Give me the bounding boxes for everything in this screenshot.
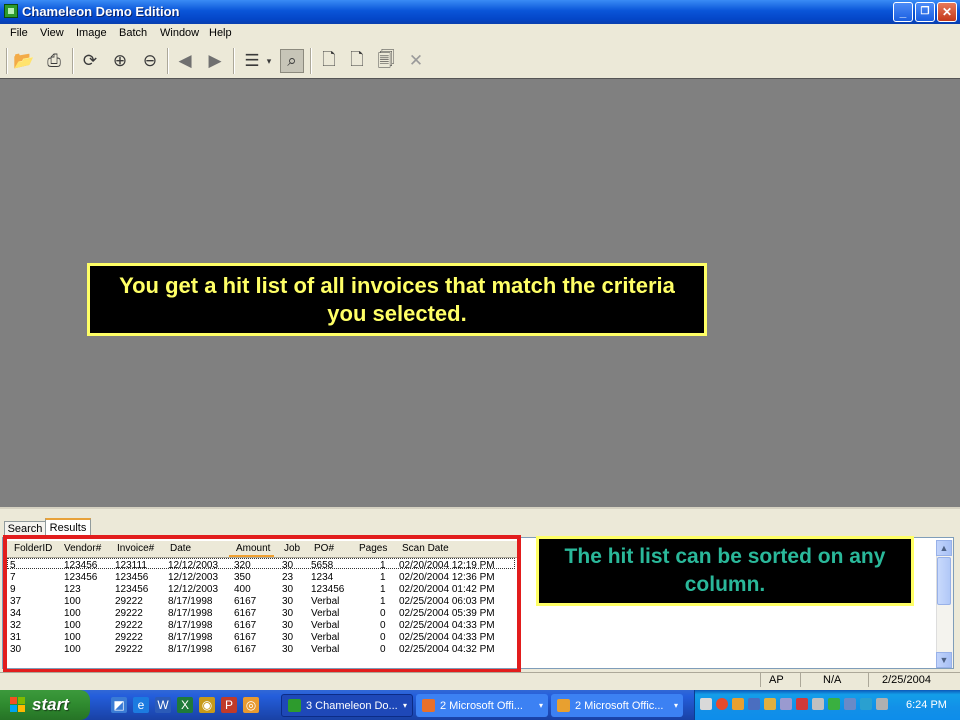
toolbar-grip (6, 48, 8, 74)
tray-pen-icon[interactable] (700, 698, 712, 710)
taskbar-clock: 6:24 PM (906, 699, 947, 711)
delete-x-icon[interactable]: ✕ (404, 49, 428, 73)
rotate-icon[interactable]: ⟳ (78, 49, 102, 73)
open-folder-icon[interactable]: 📂 (12, 49, 36, 73)
menu-view[interactable]: View (40, 27, 64, 39)
dropdown-arrow-icon[interactable]: ▾ (264, 49, 274, 73)
task-label: 3 Chameleon Do... (306, 699, 398, 712)
new-page-icon[interactable]: 🗋 (317, 49, 341, 73)
tray-back-icon[interactable] (716, 698, 728, 710)
binoculars-search-icon[interactable]: ⌕ (280, 49, 304, 73)
task-dropdown-icon: ▾ (538, 701, 543, 710)
start-label: start (32, 695, 69, 714)
insert-page-icon[interactable]: 🗋 (345, 49, 369, 73)
quicklaunch-excel-icon[interactable]: X (177, 697, 193, 713)
hit-list-highlight-box (3, 535, 521, 673)
tray-volume-icon[interactable] (876, 698, 888, 710)
status-field: N/A (823, 674, 842, 686)
status-bar (0, 672, 960, 689)
minimize-button[interactable]: _ (893, 2, 913, 22)
print-icon[interactable]: ⎙ (42, 49, 66, 73)
tray-alert-icon[interactable] (796, 698, 808, 710)
menu-batch[interactable]: Batch (119, 27, 147, 39)
menu-window[interactable]: Window (160, 27, 199, 39)
start-button[interactable]: start (0, 690, 90, 720)
close-button[interactable]: ✕ (937, 2, 957, 22)
sort-callout: The hit list can be sorted on any column… (536, 536, 914, 606)
task-dropdown-icon: ▾ (673, 701, 678, 710)
tray-signal-icon[interactable] (828, 698, 840, 710)
tray-printer-icon[interactable] (812, 698, 824, 710)
maximize-button[interactable]: ❐ (915, 2, 935, 22)
tray-folder-icon[interactable] (764, 698, 776, 710)
forward-arrow-icon[interactable]: ▶ (203, 49, 227, 73)
zoom-in-icon[interactable]: ⊕ (108, 49, 132, 73)
zoom-out-icon[interactable]: ⊖ (138, 49, 162, 73)
toolbar-separator (310, 48, 312, 74)
tray-app-icon[interactable] (732, 698, 744, 710)
office-task-icon (557, 699, 570, 712)
scroll-up-icon[interactable]: ▲ (936, 540, 952, 556)
hit-list-callout: You get a hit list of all invoices that … (87, 263, 707, 336)
chameleon-task-icon (288, 699, 301, 712)
status-date: 2/25/2004 (882, 674, 931, 686)
task-office-2[interactable]: 2 Microsoft Offic... ▾ (551, 694, 683, 717)
quicklaunch-desktop-icon[interactable]: ◩ (111, 697, 127, 713)
list-view-icon[interactable]: ☰ (240, 49, 264, 73)
windows-logo-icon (10, 697, 26, 713)
scroll-thumb[interactable] (937, 557, 951, 605)
window-title: Chameleon Demo Edition (22, 4, 180, 19)
status-divider (760, 673, 761, 687)
chameleon-app-icon[interactable] (4, 4, 18, 18)
tray-globe-icon[interactable] (844, 698, 856, 710)
tray-wave-icon[interactable] (860, 698, 872, 710)
quicklaunch-word-icon[interactable]: W (155, 697, 171, 713)
quicklaunch-powerpoint-icon[interactable]: P (221, 697, 237, 713)
quicklaunch-app-icon[interactable]: ◎ (243, 697, 259, 713)
status-divider (800, 673, 801, 687)
task-label: 2 Microsoft Offic... (575, 699, 664, 712)
tray-display-icon[interactable] (780, 698, 792, 710)
task-label: 2 Microsoft Offi... (440, 699, 523, 712)
menu-help[interactable]: Help (209, 27, 232, 39)
status-divider (868, 673, 869, 687)
task-dropdown-icon: ▾ (402, 701, 407, 710)
task-office-1[interactable]: 2 Microsoft Offi... ▾ (416, 694, 548, 717)
status-user: AP (769, 674, 784, 686)
scroll-down-icon[interactable]: ▼ (936, 652, 952, 668)
office-task-icon (422, 699, 435, 712)
toolbar-separator (167, 48, 169, 74)
back-arrow-icon[interactable]: ◀ (173, 49, 197, 73)
menu-file[interactable]: File (10, 27, 28, 39)
toolbar-separator (72, 48, 74, 74)
toolbar-separator (233, 48, 235, 74)
tray-network-icon[interactable] (748, 698, 760, 710)
menu-image[interactable]: Image (76, 27, 107, 39)
task-chameleon[interactable]: 3 Chameleon Do... ▾ (281, 694, 413, 717)
quicklaunch-ie-icon[interactable]: e (133, 697, 149, 713)
quicklaunch-media-icon[interactable]: ◉ (199, 697, 215, 713)
copy-page-icon[interactable]: 🗐 (374, 49, 398, 73)
